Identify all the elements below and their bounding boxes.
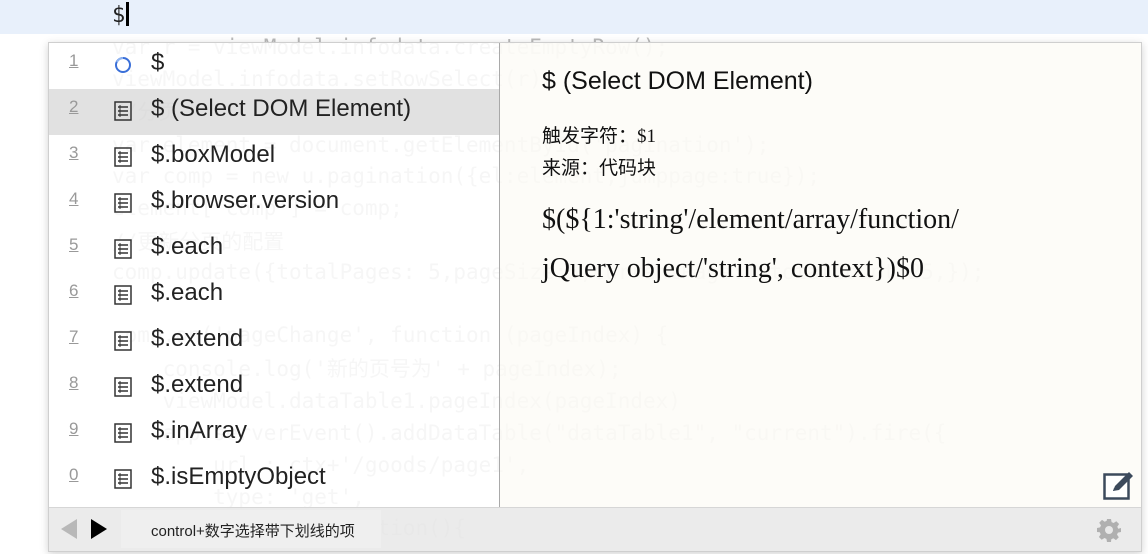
autocomplete-popup: 1 $2 $ (Select DOM Element) 3 $.boxModel 4 $.b… xyxy=(48,42,1142,552)
popup-footer: control+数字选择带下划线的项 xyxy=(49,507,1141,551)
previous-arrow-icon[interactable] xyxy=(61,519,77,539)
detail-trigger: 触发字符：$1 xyxy=(542,126,657,147)
completion-item[interactable]: 5 $.each xyxy=(49,227,499,273)
item-number: 0 xyxy=(69,465,79,484)
completion-detail: $ (Select DOM Element) 触发字符：$1 来源：代码块 $(… xyxy=(500,43,1141,507)
document-list-icon xyxy=(114,331,132,351)
gear-icon[interactable] xyxy=(1097,518,1121,542)
item-number: 3 xyxy=(69,143,79,162)
item-number: 5 xyxy=(69,235,79,254)
item-number: 4 xyxy=(69,189,79,208)
document-list-icon xyxy=(114,469,132,489)
item-number: 6 xyxy=(69,281,79,300)
document-list-icon xyxy=(114,285,132,305)
item-label: $.boxModel xyxy=(151,141,276,168)
document-list-icon xyxy=(114,101,132,121)
detail-body-line: jQuery object/'string', context})$0 xyxy=(542,253,924,284)
completion-item[interactable]: 4 $.browser.version xyxy=(49,181,499,227)
item-number: 7 xyxy=(69,327,79,346)
hint-text: control+数字选择带下划线的项 xyxy=(151,523,355,540)
circle-snippet-icon xyxy=(114,55,132,75)
next-arrow-icon[interactable] xyxy=(91,519,107,539)
completion-item[interactable]: 3 $.boxModel xyxy=(49,135,499,181)
item-label: $.extend xyxy=(151,325,244,352)
item-label: $ xyxy=(151,49,165,76)
completion-item[interactable]: 1 $ xyxy=(49,43,499,89)
item-number: 9 xyxy=(69,419,79,438)
detail-title: $ (Select DOM Element) xyxy=(542,67,813,95)
item-label: $.each xyxy=(151,279,224,306)
current-line-text[interactable]: $ xyxy=(112,2,130,30)
item-label: $.each xyxy=(151,233,224,260)
completion-item[interactable]: 7 $.extend xyxy=(49,319,499,365)
completion-item[interactable]: 2 $ (Select DOM Element) xyxy=(49,89,499,135)
completion-item[interactable]: 9 $.inArray xyxy=(49,411,499,457)
edit-icon[interactable] xyxy=(1103,471,1135,501)
completion-list: 1 $2 $ (Select DOM Element) 3 $.boxModel 4 $.b… xyxy=(49,43,499,507)
document-list-icon xyxy=(114,193,132,213)
item-label: $.browser.version xyxy=(151,187,340,214)
item-number: 8 xyxy=(69,373,79,392)
item-number: 1 xyxy=(69,51,79,70)
document-list-icon xyxy=(114,147,132,167)
item-label: $.inArray xyxy=(151,417,248,444)
item-label: $.isEmptyObject xyxy=(151,463,326,490)
text-caret xyxy=(126,2,130,26)
document-list-icon xyxy=(114,423,132,443)
detail-source: 来源：代码块 xyxy=(542,158,657,179)
document-list-icon xyxy=(114,377,132,397)
detail-snippet-body: $(${1:'string'/element/array/function/ j… xyxy=(542,195,1102,293)
current-line-highlight xyxy=(0,0,1148,34)
item-label: $.extend xyxy=(151,371,244,398)
document-list-icon xyxy=(114,239,132,259)
completion-item[interactable]: 0 $.isEmptyObject xyxy=(49,457,499,503)
item-number: 2 xyxy=(69,97,79,116)
item-label: $ (Select DOM Element) xyxy=(151,95,412,122)
detail-body-line: $(${1:'string'/element/array/function/ xyxy=(542,204,959,235)
completion-item[interactable]: 6 $.each xyxy=(49,273,499,319)
completion-item[interactable]: 8 $.extend xyxy=(49,365,499,411)
